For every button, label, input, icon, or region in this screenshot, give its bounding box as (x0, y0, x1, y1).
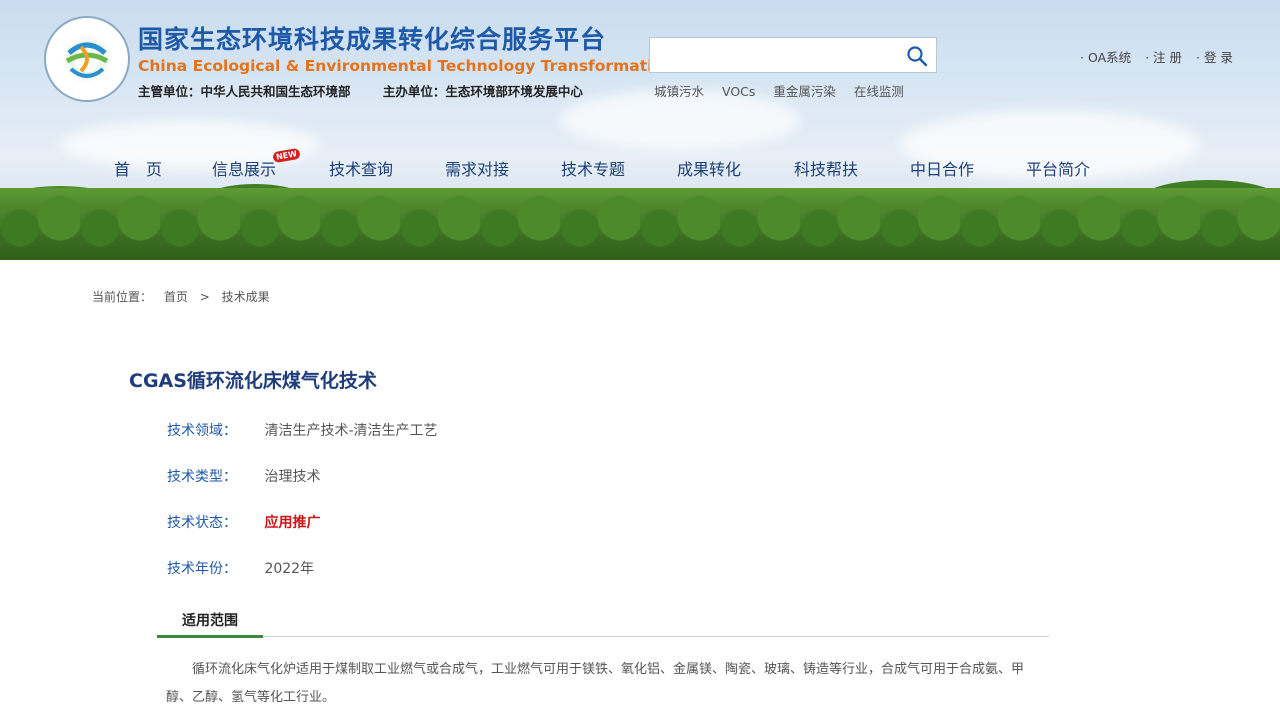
section-divider (157, 636, 1049, 637)
meta-value: 2022年 (264, 561, 315, 577)
meta-value: 清洁生产技术-清洁生产工艺 (264, 423, 438, 439)
sponsor-text: 主管单位：中华人民共和国生态环境部 (138, 84, 351, 99)
nav-item-topics[interactable]: 技术专题 (561, 156, 625, 180)
forest-decoration (0, 188, 1280, 260)
nav-item-demand[interactable]: 需求对接 (445, 156, 509, 180)
hot-keywords: 城镇污水 VOCs 重金属污染 在线监测 (654, 81, 918, 100)
oa-system-link[interactable]: · OA系统 (1080, 50, 1131, 65)
breadcrumb-separator: > (199, 290, 210, 304)
tab-application-scope[interactable]: 适用范围 (157, 610, 263, 638)
logo-emblem-icon (57, 29, 117, 89)
hot-keyword-link[interactable]: 重金属污染 (773, 84, 836, 99)
meta-label: 技术状态： (167, 515, 237, 531)
meta-row-type: 技术类型： 治理技术 (167, 466, 320, 486)
meta-label: 技术领域： (167, 423, 237, 439)
meta-label: 技术类型： (167, 469, 237, 485)
nav-item-transformation[interactable]: 成果转化 (677, 156, 741, 180)
search-box (649, 37, 937, 73)
meta-row-year: 技术年份： 2022年 (167, 558, 314, 578)
site-title-cn: 国家生态环境科技成果转化综合服务平台 (138, 25, 607, 54)
breadcrumb-label: 当前位置： (92, 290, 153, 304)
register-link[interactable]: · 注 册 (1145, 50, 1182, 65)
login-link[interactable]: · 登 录 (1196, 50, 1233, 65)
technology-title: CGAS循环流化床煤气化技术 (129, 370, 377, 392)
hot-keyword-link[interactable]: 在线监测 (854, 84, 904, 99)
hot-keyword-link[interactable]: 城镇污水 (654, 84, 704, 99)
breadcrumb: 当前位置： 首页 > 技术成果 (92, 288, 278, 305)
meta-label: 技术年份： (167, 561, 237, 577)
organizer-text: 主办单位：生态环境部环境发展中心 (382, 84, 583, 99)
meta-row-field: 技术领域： 清洁生产技术-清洁生产工艺 (167, 420, 438, 440)
hot-keyword-link[interactable]: VOCs (722, 84, 755, 99)
application-scope-text: 循环流化床气化炉适用于煤制取工业燃气或合成气，工业燃气可用于镁铁、氧化铝、金属镁… (166, 662, 1025, 705)
meta-value: 治理技术 (264, 469, 321, 485)
breadcrumb-current[interactable]: 技术成果 (222, 290, 270, 304)
search-icon[interactable] (906, 45, 928, 67)
main-nav: 首 页 信息展示 NEW 技术查询 需求对接 技术专题 成果转化 科技帮扶 中日… (0, 147, 1280, 186)
nav-item-sino-japan[interactable]: 中日合作 (910, 156, 974, 180)
nav-item-info[interactable]: 信息展示 (212, 156, 276, 180)
nav-item-assistance[interactable]: 科技帮扶 (794, 156, 858, 180)
nav-item-tech-search[interactable]: 技术查询 (329, 156, 393, 180)
site-logo[interactable] (44, 16, 130, 102)
search-input[interactable] (650, 38, 890, 72)
site-title-en: China Ecological & Environmental Technol… (138, 57, 675, 75)
nav-item-home[interactable]: 首 页 (114, 156, 162, 180)
top-links: · OA系统 · 注 册 · 登 录 (1080, 47, 1243, 66)
nav-item-about[interactable]: 平台简介 (1026, 156, 1090, 180)
meta-row-status: 技术状态： 应用推广 (167, 512, 320, 532)
status-value: 应用推广 (264, 515, 321, 531)
breadcrumb-home[interactable]: 首页 (164, 290, 188, 304)
site-sponsor-line: 主管单位：中华人民共和国生态环境部 主办单位：生态环境部环境发展中心 (138, 81, 611, 100)
